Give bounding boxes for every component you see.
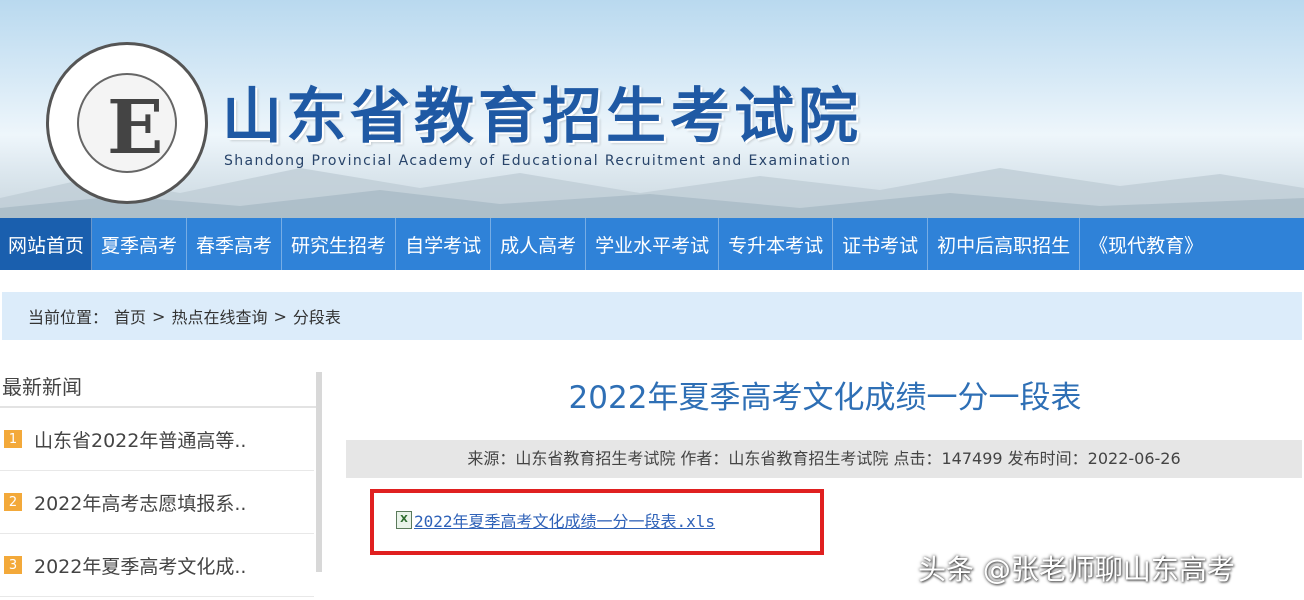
attachment[interactable]: X 2022年夏季高考文化成绩一分一段表.xls: [396, 508, 715, 532]
breadcrumb-prefix: 当前位置：: [28, 308, 109, 327]
news-item-title[interactable]: 2022年高考志愿填报系..: [34, 489, 246, 516]
news-rank-badge: 2: [4, 493, 22, 511]
news-item-title[interactable]: 2022年夏季高考文化成..: [34, 552, 246, 579]
news-item-title[interactable]: 山东省2022年普通高等..: [34, 426, 246, 453]
nav-item-vocational-enrollment[interactable]: 初中后高职招生: [928, 218, 1081, 270]
sidebar-heading: 最新新闻: [0, 372, 322, 408]
nav-item-self-study-exam[interactable]: 自学考试: [396, 218, 492, 270]
breadcrumb-separator: >: [273, 306, 287, 326]
nav-item-modern-education[interactable]: 《现代教育》: [1080, 218, 1212, 270]
nav-item-proficiency-exam[interactable]: 学业水平考试: [586, 218, 720, 270]
main-nav: 网站首页 夏季高考 春季高考 研究生招考 自学考试 成人高考 学业水平考试 专升…: [0, 218, 1304, 270]
article-title: 2022年夏季高考文化成绩一分一段表: [568, 380, 1082, 416]
attachment-download-link[interactable]: 2022年夏季高考文化成绩一分一段表.xls: [414, 508, 715, 532]
nav-item-spring-exam[interactable]: 春季高考: [187, 218, 283, 270]
nav-item-certificate-exam[interactable]: 证书考试: [833, 218, 929, 270]
sidebar-latest-news: 最新新闻 1 山东省2022年普通高等.. 2 2022年高考志愿填报系.. 3…: [0, 372, 322, 600]
nav-item-adult-exam[interactable]: 成人高考: [491, 218, 587, 270]
breadcrumb-separator: >: [152, 306, 166, 326]
site-subtitle: Shandong Provincial Academy of Education…: [224, 153, 852, 169]
nav-item-graduate-exam[interactable]: 研究生招考: [282, 218, 397, 270]
news-list-item[interactable]: 2 2022年高考志愿填报系..: [0, 471, 314, 534]
sidebar-scrollbar[interactable]: [316, 372, 322, 572]
article-meta: 来源：山东省教育招生考试院 作者：山东省教育招生考试院 点击：147499 发布…: [346, 440, 1302, 478]
nav-item-upgrade-exam[interactable]: 专升本考试: [719, 218, 834, 270]
excel-file-icon: X: [396, 511, 412, 529]
breadcrumb-home[interactable]: 首页: [114, 304, 146, 328]
watermark-text: 头条 @张老师聊山东高考: [918, 553, 1235, 586]
nav-item-home[interactable]: 网站首页: [0, 218, 93, 270]
news-rank-badge: 1: [4, 430, 22, 448]
breadcrumb: 当前位置： 首页 > 热点在线查询 > 分段表: [2, 292, 1302, 340]
nav-item-summer-exam[interactable]: 夏季高考: [92, 218, 188, 270]
seal-e-letter: E: [107, 85, 164, 171]
site-title: 山东省教育招生考试院: [222, 82, 862, 152]
news-list-item[interactable]: 3 2022年夏季高考文化成..: [0, 534, 314, 597]
breadcrumb-current[interactable]: 分段表: [293, 304, 341, 328]
news-list-item[interactable]: 1 山东省2022年普通高等..: [0, 408, 314, 471]
header-banner: E 山东省教育招生考试院 Shandong Provincial Academy…: [0, 0, 1304, 218]
breadcrumb-hot-query[interactable]: 热点在线查询: [171, 304, 267, 328]
academy-seal-logo[interactable]: E: [46, 42, 208, 204]
news-rank-badge: 3: [4, 556, 22, 574]
